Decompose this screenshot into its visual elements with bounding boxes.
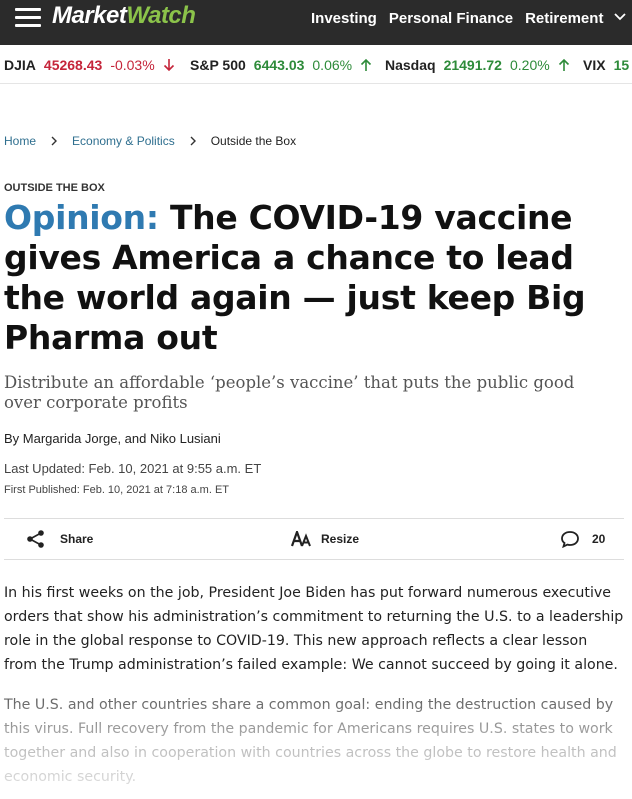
arrow-down-icon xyxy=(163,59,174,72)
resize-label: Resize xyxy=(321,532,360,546)
ticker-symbol: VIX xyxy=(583,57,606,73)
nav-retirement[interactable]: Retirement xyxy=(525,10,603,27)
top-navigation-bar: MarketWatch Investing Personal Finance R… xyxy=(0,0,632,45)
share-label: Share xyxy=(60,532,94,546)
chevron-right-icon xyxy=(51,136,58,146)
comment-icon xyxy=(561,531,579,548)
first-published: First Published: Feb. 10, 2021 at 7:18 a… xyxy=(4,484,230,496)
ticker-value: 15 xyxy=(613,57,630,73)
ticker-change: -0.03% xyxy=(110,57,155,73)
ticker-value: 21491.72 xyxy=(443,57,502,73)
ticker-symbol: DJIA xyxy=(4,57,36,73)
ticker-item-nasdaq[interactable]: Nasdaq 21491.72 0.20% xyxy=(385,57,570,73)
marketwatch-logo[interactable]: MarketWatch xyxy=(52,2,196,30)
arrow-up-icon xyxy=(361,58,372,71)
article-byline: By Margarida Jorge, and Niko Lusiani xyxy=(4,431,221,446)
last-updated: Last Updated: Feb. 10, 2021 at 9:55 a.m.… xyxy=(4,461,262,476)
article-kicker[interactable]: OUTSIDE THE BOX xyxy=(4,182,105,194)
resize-button[interactable]: Resize xyxy=(291,519,359,559)
breadcrumb: Home Economy & Politics Outside the Box xyxy=(4,134,296,148)
market-ticker: DJIA 45268.43 -0.03% S&P 500 6443.03 0.0… xyxy=(0,45,632,84)
opinion-label: Opinion: xyxy=(4,198,159,237)
breadcrumb-economy-politics[interactable]: Economy & Politics xyxy=(72,134,175,148)
hamburger-menu-icon[interactable] xyxy=(15,8,41,28)
arrow-up-icon xyxy=(558,58,569,71)
chevron-down-icon[interactable] xyxy=(614,11,626,23)
nav-personal-finance[interactable]: Personal Finance xyxy=(389,10,513,27)
main-nav: Investing Personal Finance Retirement xyxy=(311,0,615,36)
article-toolbar: Share Resize 20 xyxy=(4,518,624,560)
chevron-right-icon xyxy=(190,136,196,146)
ticker-value: 6443.03 xyxy=(253,57,305,73)
article-paragraph: In his first weeks on the job, President… xyxy=(4,585,624,673)
ticker-value: 45268.43 xyxy=(43,57,103,73)
breadcrumb-current: Outside the Box xyxy=(210,134,297,148)
nav-investing[interactable]: Investing xyxy=(311,10,377,27)
share-icon xyxy=(27,530,44,548)
article-dek: Distribute an affordable ‘people’s vacci… xyxy=(4,373,575,412)
ticker-item-djia[interactable]: DJIA 45268.43 -0.03% xyxy=(4,57,175,73)
ticker-change: 0.06% xyxy=(312,57,353,73)
share-button[interactable]: Share xyxy=(26,519,93,559)
ticker-symbol: Nasdaq xyxy=(385,57,436,73)
breadcrumb-home[interactable]: Home xyxy=(4,134,36,148)
article-headline: Opinion: The COVID-19 vaccine gives Amer… xyxy=(4,198,624,358)
ticker-item-vix[interactable]: VIX 15 xyxy=(583,57,632,73)
ticker-change: 0.20% xyxy=(509,57,550,73)
article-paragraph: The U.S. and other countries share a com… xyxy=(4,697,617,785)
comments-button[interactable]: 20 xyxy=(560,519,605,559)
comment-count: 20 xyxy=(592,532,606,546)
resize-text-icon xyxy=(291,531,311,547)
ticker-symbol: S&P 500 xyxy=(190,57,246,73)
ticker-item-sp500[interactable]: S&P 500 6443.03 0.06% xyxy=(190,57,372,73)
